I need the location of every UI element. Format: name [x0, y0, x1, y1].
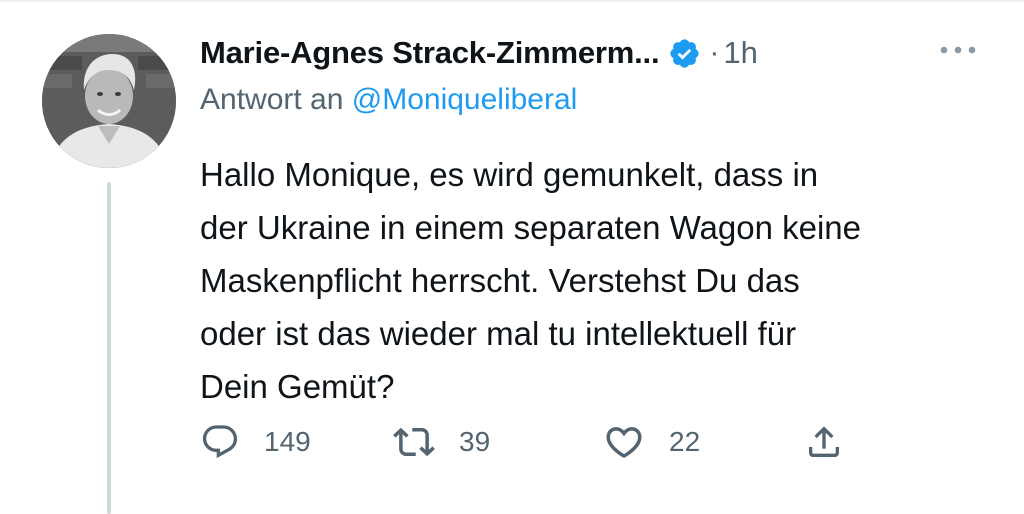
thread-line	[107, 182, 111, 514]
author-name[interactable]: Marie-Agnes Strack-Zimmerm...	[200, 35, 660, 71]
separator-dot: ·	[709, 36, 720, 69]
more-dots-icon[interactable]	[934, 38, 982, 62]
avatar[interactable]	[42, 34, 176, 168]
retweet-icon	[393, 421, 435, 463]
avatar-photo	[42, 34, 176, 168]
timestamp[interactable]: 1h	[723, 35, 757, 71]
verified-badge-icon	[668, 37, 701, 70]
reply-context: Antwort an @Moniqueliberal	[200, 83, 577, 117]
tweet-text: Hallo Monique, es wird gemunkelt, dass i…	[200, 156, 861, 405]
reply-count: 149	[264, 426, 311, 457]
reply-prefix: Antwort an	[200, 83, 352, 116]
heart-icon	[603, 421, 645, 463]
share-icon	[804, 422, 844, 462]
top-divider	[0, 0, 1024, 2]
reply-bubble-icon	[200, 422, 240, 462]
retweet-count: 39	[459, 426, 491, 457]
tweet-header: Marie-Agnes Strack-Zimmerm... · 1h	[200, 30, 758, 76]
like-button[interactable]: 22	[603, 420, 700, 464]
like-count: 22	[669, 426, 701, 457]
retweet-button[interactable]: 39	[393, 420, 490, 464]
reply-handle-link[interactable]: @Moniqueliberal	[352, 83, 578, 116]
share-button[interactable]	[804, 420, 844, 464]
reply-button[interactable]: 149	[200, 420, 311, 464]
